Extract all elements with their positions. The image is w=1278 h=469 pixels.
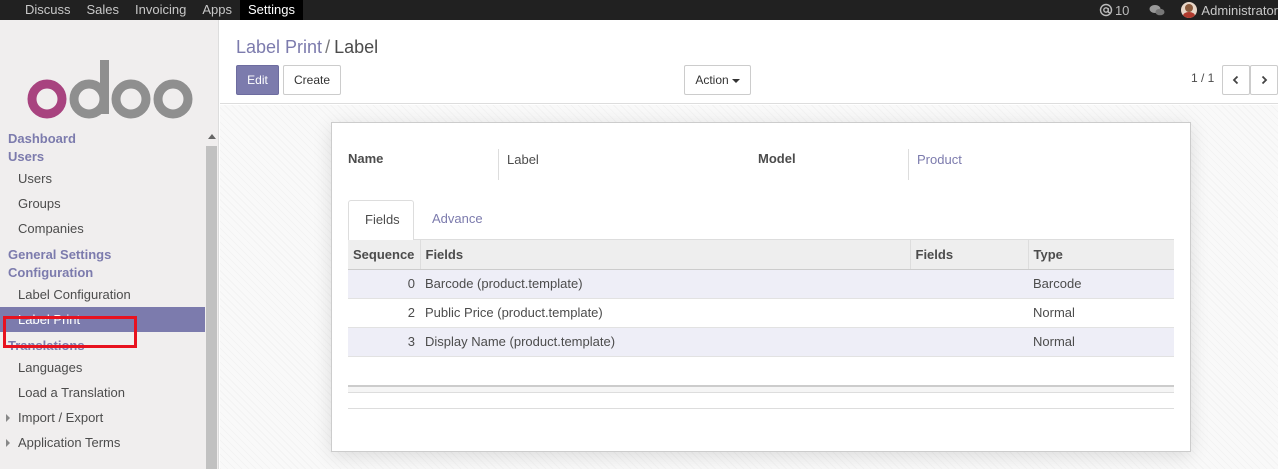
cell-type: Barcode <box>1028 269 1174 299</box>
column-header-type[interactable]: Type <box>1028 240 1174 270</box>
action-label: Action <box>695 73 729 87</box>
mentions-count: 10 <box>1114 2 1130 18</box>
form-sheet: Name Label Model Product Fields Advance … <box>331 122 1191 452</box>
create-button[interactable]: Create <box>283 65 341 95</box>
table-row[interactable]: 0 Barcode (product.template) Barcode <box>348 269 1174 299</box>
cell-fields2 <box>910 327 1028 357</box>
user-menu[interactable]: Administrator <box>1181 2 1278 18</box>
cell-field: Public Price (product.template) <box>420 298 910 328</box>
notebook-tabs: Fields Advance <box>348 200 1174 241</box>
cell-sequence: 3 <box>348 327 420 357</box>
sidebar-item-label: Application Terms <box>18 435 121 450</box>
cell-type: Normal <box>1028 298 1174 328</box>
top-navbar: Discuss Sales Invoicing Apps Settings 10… <box>0 0 1278 20</box>
breadcrumb: Label Print / Label <box>236 37 378 58</box>
sidebar-section-dashboard[interactable]: Dashboard <box>0 130 205 148</box>
sidebar-section-configuration[interactable]: Configuration <box>0 264 205 282</box>
breadcrumb-separator: / <box>325 37 331 57</box>
caret-right-icon <box>6 414 10 422</box>
column-header-fields[interactable]: Fields <box>420 240 911 270</box>
form-view-area: Name Label Model Product Fields Advance … <box>220 105 1278 469</box>
cell-sequence: 0 <box>348 269 420 299</box>
sidebar-item-users[interactable]: Users <box>0 166 205 191</box>
menu-apps[interactable]: Apps <box>194 0 240 20</box>
table-row[interactable]: 3 Display Name (product.template) Normal <box>348 327 1174 357</box>
sidebar-section-general-settings[interactable]: General Settings <box>0 246 205 264</box>
menu-invoicing[interactable]: Invoicing <box>127 0 194 20</box>
sidebar-item-languages[interactable]: Languages <box>0 355 205 380</box>
mentions-indicator[interactable]: 10 <box>1099 3 1129 18</box>
user-name: Administrator <box>1201 2 1278 18</box>
tab-advance[interactable]: Advance <box>416 200 499 240</box>
caret-right-icon <box>6 439 10 447</box>
menu-sales[interactable]: Sales <box>79 0 128 20</box>
tab-fields[interactable]: Fields <box>348 200 414 241</box>
at-icon <box>1099 3 1113 17</box>
table-row[interactable]: 2 Public Price (product.template) Normal <box>348 298 1174 328</box>
fields-table: Sequence Fields Fields Type 0 Barcode (p… <box>348 240 1174 357</box>
name-value: Label <box>498 149 738 180</box>
scrollbar-thumb[interactable] <box>206 146 217 469</box>
sidebar-item-application-terms[interactable]: Application Terms <box>0 430 205 455</box>
action-dropdown-button[interactable]: Action <box>684 65 751 95</box>
sidebar-item-label-print[interactable]: Label Print <box>0 307 205 332</box>
app-menu: Discuss Sales Invoicing Apps Settings <box>17 0 303 20</box>
cell-field: Barcode (product.template) <box>420 269 910 299</box>
breadcrumb-parent-link[interactable]: Label Print <box>236 37 322 57</box>
table-footer <box>348 385 1174 393</box>
menu-discuss[interactable]: Discuss <box>17 0 79 20</box>
menu-settings[interactable]: Settings <box>240 0 303 20</box>
sidebar-section-users[interactable]: Users <box>0 148 205 166</box>
pager-value[interactable]: 1 / 1 <box>1191 71 1214 85</box>
sidebar-item-label: Import / Export <box>18 410 104 425</box>
control-panel: Label Print / Label Edit Create Action 1 /… <box>220 20 1278 104</box>
edit-button[interactable]: Edit <box>236 65 279 95</box>
caret-down-icon <box>731 78 740 83</box>
cell-type: Normal <box>1028 327 1174 357</box>
chat-icon[interactable] <box>1149 4 1165 17</box>
systray: 10 Administrator <box>1099 0 1278 20</box>
pager-previous-button[interactable] <box>1222 65 1250 95</box>
sidebar-scrollbar[interactable] <box>205 130 218 469</box>
sidebar-nav: Dashboard Users Users Groups Companies G… <box>0 130 205 455</box>
sidebar-item-groups[interactable]: Groups <box>0 191 205 216</box>
avatar <box>1181 2 1198 18</box>
divider <box>348 408 1174 409</box>
pager-next-button[interactable] <box>1250 65 1278 95</box>
column-header-fields-2[interactable]: Fields <box>910 240 1029 270</box>
sidebar-item-import-export[interactable]: Import / Export <box>0 405 205 430</box>
column-header-sequence[interactable]: Sequence <box>348 240 421 270</box>
name-label: Name <box>348 151 384 166</box>
sidebar-item-load-translation[interactable]: Load a Translation <box>0 380 205 405</box>
cell-fields2 <box>910 298 1028 328</box>
sidebar-item-label-configuration[interactable]: Label Configuration <box>0 282 205 307</box>
chevron-left-icon <box>1232 75 1239 85</box>
cell-fields2 <box>910 269 1028 299</box>
model-link[interactable]: Product <box>908 149 1148 180</box>
table-header-row: Sequence Fields Fields Type <box>348 240 1174 270</box>
odoo-logo <box>27 60 193 119</box>
cell-field: Display Name (product.template) <box>420 327 910 357</box>
sidebar: Dashboard Users Users Groups Companies G… <box>0 20 219 469</box>
cell-sequence: 2 <box>348 298 420 328</box>
sidebar-section-translations[interactable]: Translations <box>0 337 205 355</box>
model-label: Model <box>758 151 796 166</box>
scroll-up-arrow-icon[interactable] <box>208 134 216 139</box>
chevron-right-icon <box>1261 75 1268 85</box>
breadcrumb-current: Label <box>334 37 379 57</box>
sidebar-item-companies[interactable]: Companies <box>0 216 205 241</box>
